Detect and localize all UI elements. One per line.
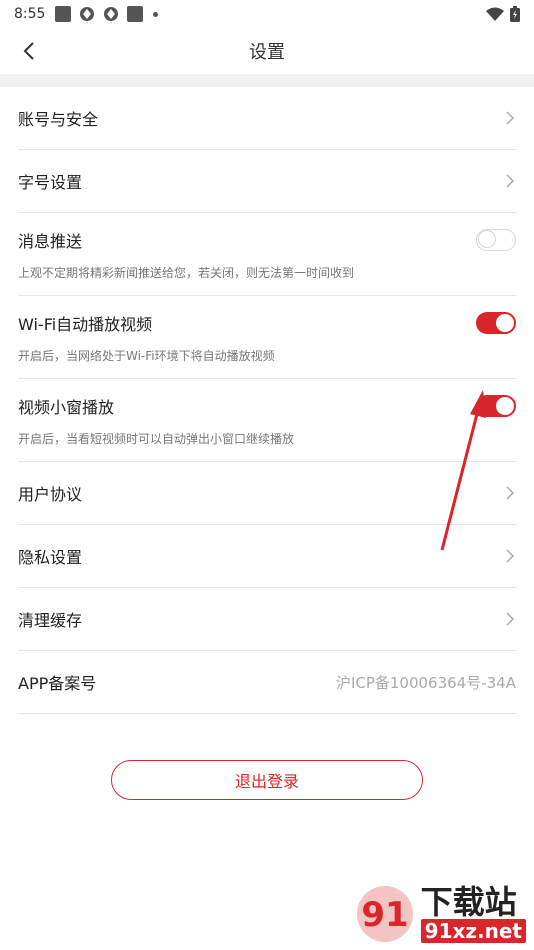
status-time: 8:55 <box>14 6 46 22</box>
wifi-autoplay-toggle[interactable] <box>476 311 516 334</box>
setting-description: 上观不定期将精彩新闻推送给您，若关闭，则无法第一时间收到 <box>18 265 355 280</box>
settings-list: 账号与安全 字号设置 消息推送 上观不定期将精彩新闻推送给您，若关闭，则无法第一… <box>0 87 534 714</box>
setting-label: 隐私设置 <box>18 548 83 567</box>
battery-icon <box>510 6 520 22</box>
watermark-title: 下载站 <box>420 883 517 921</box>
watermark-url: 91xz.net <box>420 919 526 943</box>
back-arrow-icon <box>23 42 34 60</box>
chevron-right-icon <box>506 549 515 563</box>
setting-label: 清理缓存 <box>18 611 83 630</box>
mini-window-toggle[interactable] <box>476 394 516 417</box>
icp-value: 沪ICP备10006364号-34A <box>335 673 516 692</box>
section-divider <box>0 74 534 87</box>
setting-label: 字号设置 <box>18 173 83 192</box>
watermark-logo-text: 91 <box>361 895 408 935</box>
setting-clear-cache[interactable]: 清理缓存 <box>18 588 516 651</box>
setting-wifi-autoplay: Wi-Fi自动播放视频 开启后，当网络处于Wi-Fi环境下将自动播放视频 <box>18 296 516 379</box>
setting-label: 视频小窗播放 <box>18 397 115 417</box>
chevron-right-icon <box>506 612 515 626</box>
toggle-knob <box>496 396 514 415</box>
setting-push-notifications: 消息推送 上观不定期将精彩新闻推送给您，若关闭，则无法第一时间收到 <box>18 213 516 296</box>
top-bar: 设置 <box>0 28 534 74</box>
setting-description: 开启后，当看短视频时可以自动弹出小窗口继续播放 <box>18 431 295 446</box>
notification-icon <box>55 6 72 22</box>
setting-privacy[interactable]: 隐私设置 <box>18 525 516 588</box>
setting-mini-window: 视频小窗播放 开启后，当看短视频时可以自动弹出小窗口继续播放 <box>18 379 516 462</box>
push-toggle[interactable] <box>476 228 516 251</box>
back-button[interactable] <box>14 36 44 66</box>
setting-description: 开启后，当网络处于Wi-Fi环境下将自动播放视频 <box>18 348 275 363</box>
setting-icp-record: APP备案号 沪ICP备10006364号-34A <box>18 651 516 714</box>
more-notifications-icon <box>153 11 159 17</box>
app-icon <box>80 7 95 21</box>
setting-font-size[interactable]: 字号设置 <box>18 150 516 213</box>
setting-label: 账号与安全 <box>18 110 99 129</box>
logout-button[interactable]: 退出登录 <box>111 760 423 800</box>
setting-label: 用户协议 <box>18 485 83 504</box>
chevron-right-icon <box>506 174 515 188</box>
toggle-knob <box>478 230 496 248</box>
chevron-right-icon <box>506 111 515 125</box>
setting-user-agreement[interactable]: 用户协议 <box>18 462 516 525</box>
wifi-icon <box>486 7 504 21</box>
page-title: 设置 <box>249 42 285 63</box>
app-icon-2 <box>104 7 119 21</box>
watermark: 91 下载站 91xz.net <box>353 884 526 944</box>
notification-icon-2 <box>127 6 144 22</box>
chevron-right-icon <box>506 486 515 500</box>
setting-label: Wi-Fi自动播放视频 <box>18 314 153 334</box>
status-bar: 8:55 <box>0 0 534 28</box>
setting-label: APP备案号 <box>18 674 97 693</box>
setting-label: 消息推送 <box>18 231 83 251</box>
watermark-logo-icon: 91 <box>356 886 413 942</box>
toggle-knob <box>496 313 514 332</box>
setting-account-security[interactable]: 账号与安全 <box>18 87 516 150</box>
